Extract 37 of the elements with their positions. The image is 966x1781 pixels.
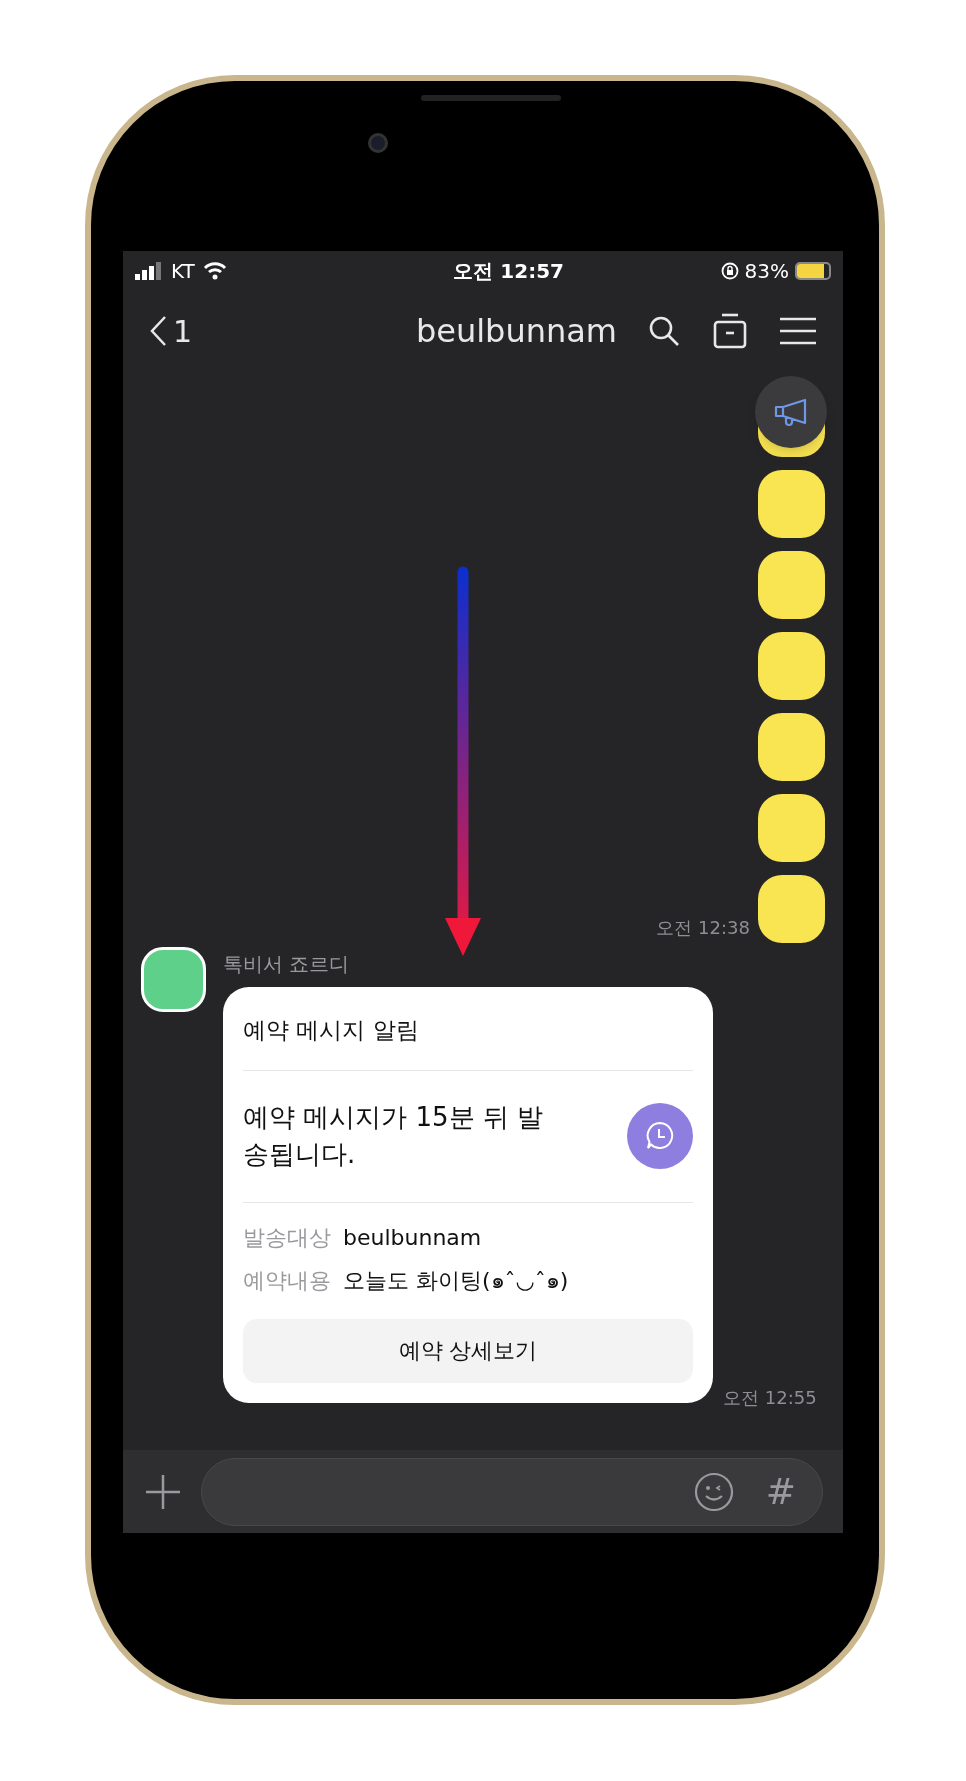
message-bubble — [758, 632, 825, 700]
signal-icon — [135, 262, 163, 280]
clock-bubble-icon — [645, 1121, 675, 1152]
announcement-button[interactable] — [755, 376, 827, 448]
avatar-placeholder[interactable] — [141, 947, 206, 1012]
menu-icon[interactable] — [779, 316, 817, 346]
message-bubble — [758, 470, 825, 538]
back-button[interactable]: 1 — [149, 308, 193, 354]
card-title: 예약 메시지 알림 — [243, 1016, 420, 1045]
reservation-details-button[interactable]: 예약 상세보기 — [243, 1318, 693, 1383]
message-bubble — [758, 551, 825, 619]
back-chevron-icon — [149, 315, 167, 347]
card-message: 예약 메시지가 15분 뒤 발송됩니다. — [243, 1100, 545, 1172]
field-value: 오늘도 화이팅(๑ˆ◡ˆ๑) — [343, 1266, 569, 1295]
message-time: 오전 12:38 — [656, 916, 750, 940]
camera-lens — [368, 133, 388, 153]
message-bubble — [758, 875, 825, 943]
carrier-label: KT — [171, 258, 195, 285]
field-label: 발송대상 — [243, 1223, 331, 1252]
message-bubble — [758, 794, 825, 862]
wifi-icon — [202, 262, 227, 280]
hashtag-button[interactable]: # — [765, 1464, 796, 1519]
field-value: beulbunnam — [343, 1223, 482, 1252]
message-bubble — [758, 713, 825, 781]
emoji-icon[interactable] — [693, 1471, 734, 1512]
sender-name: 톡비서 죠르디 — [223, 951, 351, 978]
clock-time: 오전 12:57 — [453, 258, 564, 285]
drawer-icon[interactable] — [713, 313, 747, 349]
plus-icon[interactable] — [145, 1473, 181, 1510]
rotation-lock-icon — [720, 262, 739, 280]
megaphone-icon — [774, 397, 808, 427]
message-input-field[interactable]: # — [201, 1457, 823, 1526]
field-label: 예약내용 — [243, 1266, 331, 1295]
battery-percent: 83% — [744, 258, 789, 285]
chat-title: beulbunnam — [415, 311, 617, 352]
search-icon[interactable] — [647, 314, 681, 348]
message-time: 오전 12:55 — [723, 1385, 817, 1410]
